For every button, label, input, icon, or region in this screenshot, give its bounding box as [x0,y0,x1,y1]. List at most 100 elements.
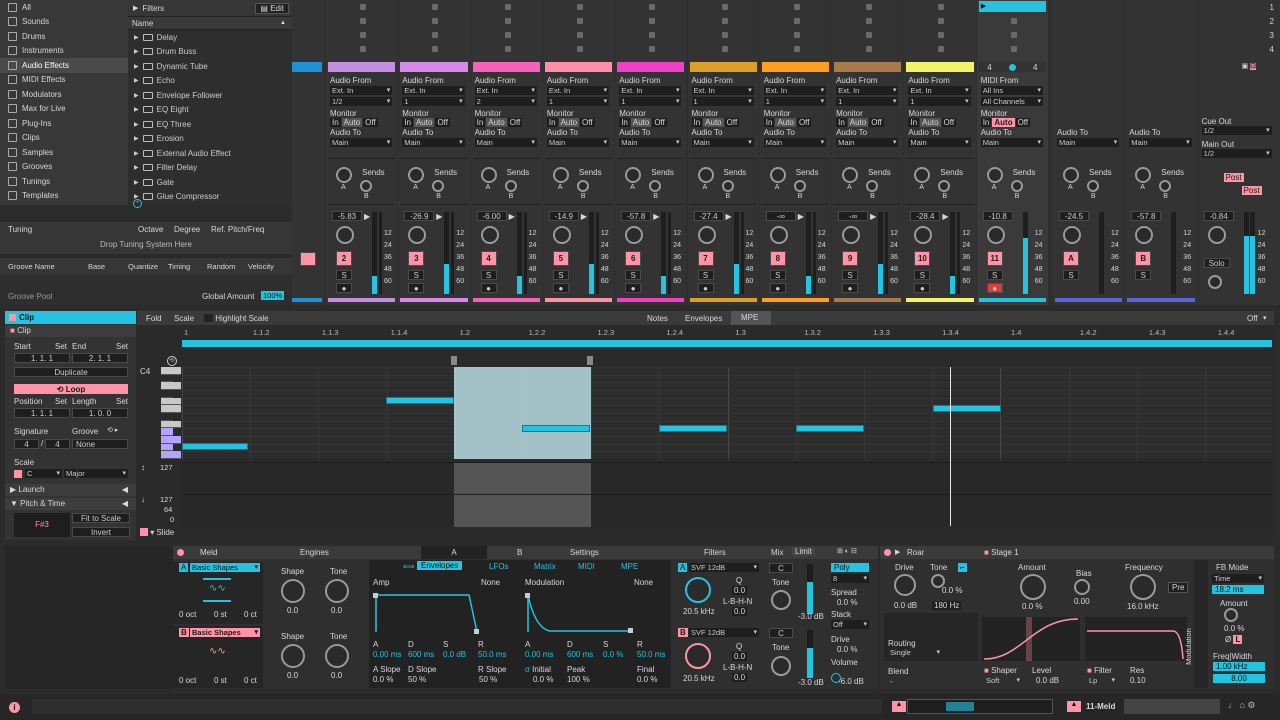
sidebar-item-instruments[interactable]: Instruments [0,44,128,59]
clip-slot[interactable] [649,18,656,24]
amp-s-value[interactable]: 0.0 dB [443,650,466,659]
audio-channel-select[interactable]: 1 [836,97,899,106]
pan-knob[interactable] [408,226,427,244]
track-activator[interactable]: 9 [842,251,859,266]
amp-env-graph[interactable] [373,590,513,634]
monitor-auto[interactable]: Auto [558,118,580,127]
audio-to-select[interactable]: Main [691,138,754,147]
clip-slot[interactable] [576,32,583,38]
audio-to-select[interactable]: Main [402,138,465,147]
monitor-off[interactable]: Off [796,118,812,127]
track-activator[interactable]: 8 [769,251,786,266]
pan-knob[interactable] [986,226,1005,244]
drive-knob-roar[interactable] [894,574,916,596]
sidebar-item-tunings[interactable]: Tunings [0,174,128,189]
browser-item[interactable]: ▶ External Audio Effect [128,146,292,161]
audio-to-select[interactable]: Main [1129,138,1192,147]
master-volume-value[interactable]: -0.84 [1203,211,1234,221]
scale-name-select[interactable]: Major [64,469,128,478]
mix-b-c[interactable]: C [769,628,793,638]
limit-button[interactable]: Limit [792,547,815,556]
filter-b-label[interactable]: B [678,628,688,637]
send-b-knob[interactable] [938,180,951,192]
sidebar-item-audio-effects[interactable]: Audio Effects [0,58,128,73]
fb-phase-icons[interactable]: Ø L [1225,635,1243,644]
filter-b-mode[interactable]: 0.0 [732,673,748,682]
piano-key[interactable] [161,412,173,421]
sidebar-item-clips[interactable]: Clips [0,131,128,146]
position-value[interactable]: 1. 1. 1 [14,408,70,418]
scene-number[interactable]: 2 [1270,17,1274,26]
slide-toggle[interactable]: ▾ Slide [140,528,174,537]
send-b-knob[interactable] [866,180,879,192]
pan-knob[interactable] [1063,226,1081,244]
audio-from-select[interactable]: Ext. In [402,86,465,95]
end-value[interactable]: 2. 1. 1 [72,353,128,363]
pan-knob[interactable] [625,226,644,244]
mix-b-db[interactable]: -3.0 dB [798,678,824,687]
piano-key[interactable] [161,405,181,413]
poly-button[interactable]: Poly [831,563,869,572]
pan-knob[interactable] [769,226,788,244]
send-a-knob[interactable] [986,167,1003,183]
solo-button[interactable]: S [697,270,714,280]
piano-key[interactable] [161,397,181,406]
send-b-knob[interactable] [649,180,662,192]
monitor-off[interactable]: Off [869,118,884,127]
length-value[interactable]: 1. 0. 0 [72,408,128,418]
filter-a-freq-knob[interactable] [685,577,711,603]
info-icon[interactable]: i [9,702,20,713]
piano-key[interactable] [161,443,173,452]
pre-button[interactable]: Pre [1168,582,1189,593]
mix-b-tone-knob[interactable] [771,656,791,676]
pitch-note-value[interactable]: F#3 [14,513,70,537]
blend-value[interactable]: - [890,677,893,686]
audio-to-select[interactable]: Main [330,138,393,147]
audio-from-select[interactable]: Ext. In [474,86,537,95]
osc-a-type-select[interactable]: Basic Shapes [190,563,260,572]
clip-slot[interactable] [649,4,656,10]
monitor-auto[interactable]: Auto [703,118,724,127]
r-slope-value[interactable]: 50 % [479,675,497,684]
name-column-header[interactable]: Name ▲ [128,17,292,30]
solo-button[interactable]: S [625,270,642,280]
solo-button[interactable]: S [1063,270,1079,280]
piano-key[interactable] [161,389,173,398]
arm-button[interactable]: ● [697,283,714,293]
clip-section-header[interactable]: ■ Clip [5,325,136,337]
send-a-knob[interactable] [842,167,859,183]
audio-channel-select[interactable]: 1 [763,97,827,106]
clip-slot[interactable] [793,32,800,38]
selection-start-marker-icon[interactable] [451,356,457,365]
solo-button[interactable]: S [408,270,425,280]
send-a-knob[interactable] [625,167,642,183]
filter-b-freq[interactable]: 20.5 kHz [683,674,715,683]
groove-value[interactable]: None [72,439,128,449]
bias-value[interactable]: 0.00 [1074,597,1090,606]
peak-value[interactable]: 100 % [567,675,590,684]
audio-to-select[interactable]: Main [1057,138,1120,147]
amount-knob-roar[interactable] [1020,574,1046,600]
osc-b-st[interactable]: 0 st [214,676,227,685]
track-activator[interactable]: 11 [986,251,1003,266]
tab-envelopes-meld[interactable]: Envelopes [417,561,463,570]
arm-button[interactable]: ● [914,283,931,293]
bias-knob[interactable] [1074,579,1090,595]
clip-slot[interactable] [721,32,728,38]
solo-button[interactable]: S [480,270,497,280]
amp-d-value[interactable]: 600 ms [408,650,434,659]
send-a-knob[interactable] [1135,167,1152,183]
fold-button[interactable]: Fold [146,314,162,323]
track-title-bar[interactable] [617,62,685,72]
note-grid[interactable] [182,367,1272,459]
track-activator[interactable]: 3 [408,251,425,266]
track-toggle-icon[interactable]: ▲ [1067,701,1081,712]
piano-key[interactable] [161,428,173,436]
post-button-a[interactable]: Post [1223,173,1244,182]
volume-value[interactable]: -28.4 [910,211,941,221]
audio-channel-select[interactable]: 1 [619,97,682,106]
mix-a-tone-knob[interactable] [771,590,791,610]
solo-button[interactable]: S [914,270,931,280]
fb-time-value[interactable]: 18.2 ms [1212,585,1264,594]
track-activator[interactable]: 2 [336,251,352,266]
